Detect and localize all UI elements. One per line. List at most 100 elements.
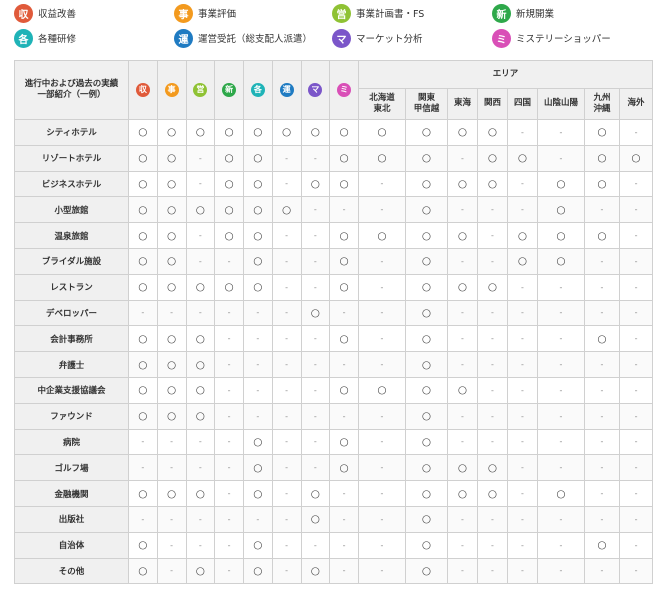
mark-dash: - — [537, 119, 585, 146]
area-header: 山陰山陽 — [537, 88, 585, 120]
mark-circle: ○ — [405, 531, 448, 559]
mark-dash: - — [618, 299, 654, 327]
mark-circle: ○ — [618, 144, 654, 172]
mark-circle: ○ — [243, 454, 273, 482]
mark-circle: ○ — [128, 196, 158, 224]
mark-dash: - — [185, 505, 216, 533]
mark-dash: - — [584, 351, 620, 378]
area-header: 四国 — [507, 88, 538, 120]
mark-dash: - — [618, 376, 654, 404]
mark-circle: ○ — [243, 247, 273, 275]
mark-dash: - — [447, 505, 478, 533]
mark-dash: - — [358, 428, 406, 456]
mark-circle: ○ — [537, 222, 585, 249]
mark-circle: ○ — [405, 428, 448, 456]
service-badge-icon: マ — [332, 28, 351, 48]
mark-circle: ○ — [185, 325, 216, 353]
category-header: 新 — [214, 60, 244, 120]
table-row: 病院 - - - - ○ - - ○ - ○ - - - - - - — [14, 428, 654, 456]
mark-dash: - — [271, 531, 302, 559]
mark-circle: ○ — [300, 170, 331, 198]
mark-circle: ○ — [447, 273, 478, 301]
mark-dash: - — [447, 557, 478, 585]
area-header: 関西 — [477, 88, 508, 120]
service-badge-icon: 収 — [14, 3, 33, 23]
mark-circle: ○ — [584, 144, 620, 172]
mark-circle: ○ — [243, 428, 273, 456]
mark-dash: - — [128, 505, 158, 533]
mark-circle: ○ — [185, 480, 216, 507]
mark-circle: ○ — [214, 273, 244, 301]
mark-dash: - — [507, 480, 538, 507]
area-header: 関東 甲信越 — [405, 88, 448, 120]
mark-circle: ○ — [128, 247, 158, 275]
legend-label: 事業評価 — [198, 9, 237, 20]
mark-circle: ○ — [405, 557, 448, 585]
mark-dash: - — [358, 196, 406, 224]
mark-circle: ○ — [243, 531, 273, 559]
mark-dash: - — [300, 454, 331, 482]
mark-dash: - — [477, 247, 508, 275]
mark-circle: ○ — [243, 144, 273, 172]
row-label: 病院 — [14, 428, 129, 456]
mark-circle: ○ — [405, 273, 448, 301]
mark-dash: - — [477, 505, 508, 533]
mark-dash: - — [447, 351, 478, 378]
mark-dash: - — [618, 351, 654, 378]
mark-circle: ○ — [156, 402, 187, 430]
mark-dash: - — [358, 402, 406, 430]
mark-dash: - — [477, 531, 508, 559]
row-label: ブライダル施設 — [14, 247, 129, 275]
mark-circle: ○ — [243, 273, 273, 301]
mark-dash: - — [156, 428, 187, 456]
mark-dash: - — [477, 428, 508, 456]
mark-dash: - — [507, 299, 538, 327]
mark-dash: - — [447, 428, 478, 456]
mark-dash: - — [584, 299, 620, 327]
legend-item: ママーケット分析 — [332, 27, 423, 49]
mark-dash: - — [271, 170, 302, 198]
mark-dash: - — [214, 351, 244, 378]
mark-dash: - — [477, 351, 508, 378]
mark-circle: ○ — [185, 119, 216, 146]
legend-item: ミミステリーショッパー — [492, 27, 611, 49]
mark-circle: ○ — [405, 222, 448, 249]
mark-dash: - — [185, 531, 216, 559]
legend-item: 事事業評価 — [174, 2, 236, 24]
category-header: 営 — [185, 60, 216, 120]
mark-dash: - — [584, 505, 620, 533]
results-table-wrap: 進行中および過去の実績 一部紹介（一例） 収事営新各運マミエリア 北海道 東北 関東甲… — [14, 60, 654, 585]
mark-dash: - — [128, 454, 158, 482]
mark-dash: - — [128, 299, 158, 327]
mark-dash: - — [584, 454, 620, 482]
mark-dash: - — [214, 299, 244, 327]
mark-dash: - — [507, 273, 538, 301]
mark-dash: - — [618, 119, 654, 146]
mark-dash: - — [358, 273, 406, 301]
mark-dash: - — [214, 402, 244, 430]
mark-dash: - — [271, 222, 302, 249]
mark-circle: ○ — [584, 531, 620, 559]
mark-circle: ○ — [584, 325, 620, 353]
mark-dash: - — [618, 170, 654, 198]
legend-label: 収益改善 — [38, 9, 77, 20]
mark-circle: ○ — [537, 247, 585, 275]
legend-label: 新規開業 — [516, 9, 555, 20]
mark-circle: ○ — [128, 222, 158, 249]
mark-dash: - — [537, 402, 585, 430]
mark-dash: - — [214, 557, 244, 585]
mark-dash: - — [358, 170, 406, 198]
mark-circle: ○ — [584, 119, 620, 146]
mark-circle: ○ — [447, 454, 478, 482]
mark-dash: - — [300, 247, 331, 275]
mark-circle: ○ — [243, 170, 273, 198]
mark-circle: ○ — [185, 351, 216, 378]
service-badge-icon: 新 — [492, 3, 511, 23]
mark-dash: - — [329, 531, 359, 559]
mark-dash: - — [477, 222, 508, 249]
mark-circle: ○ — [156, 325, 187, 353]
mark-dash: - — [243, 505, 273, 533]
mark-circle: ○ — [156, 196, 187, 224]
mark-circle: ○ — [329, 454, 359, 482]
mark-circle: ○ — [214, 144, 244, 172]
